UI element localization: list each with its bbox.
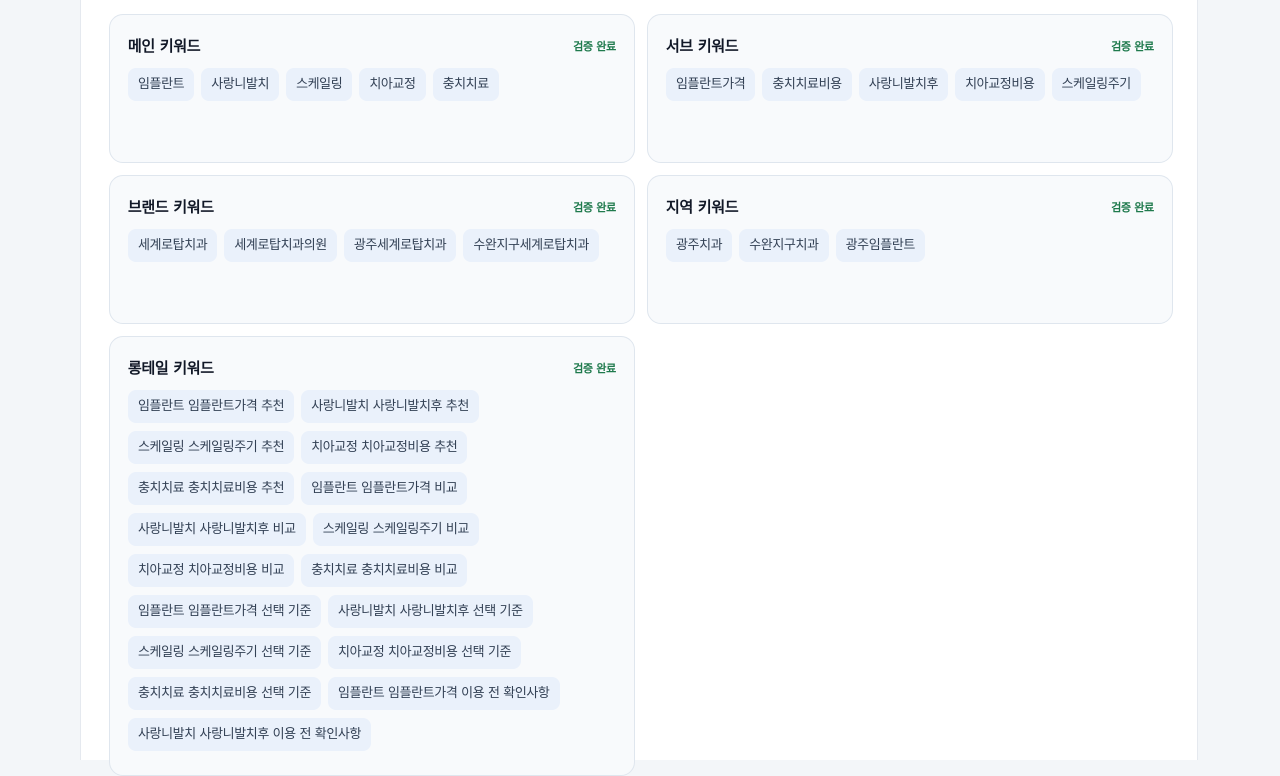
keyword-chip[interactable]: 사랑니발치 사랑니발치후 이용 전 확인사항	[128, 718, 372, 751]
keyword-chip[interactable]: 스케일링 스케일링주기 추천	[128, 431, 295, 464]
keyword-chip[interactable]: 사랑니발치후	[858, 68, 949, 101]
keyword-chip-list: 임플란트 임플란트가격 추천 사랑니발치 사랑니발치후 추천 스케일링 스케일링주기…	[128, 390, 616, 751]
keyword-chip[interactable]: 사랑니발치	[201, 68, 280, 101]
keyword-chip[interactable]: 임플란트 임플란트가격 이용 전 확인사항	[328, 677, 560, 710]
keyword-chip[interactable]: 세계로탑치과	[128, 229, 218, 262]
status-badge: 검증 완료	[1111, 39, 1154, 53]
keyword-chip[interactable]: 사랑니발치 사랑니발치후 비교	[128, 513, 306, 546]
card-title: 롱테일 키워드	[128, 359, 214, 377]
card-header: 브랜드 키워드 검증 완료	[128, 196, 616, 217]
content-panel: 메인 키워드 검증 완료 임플란트 사랑니발치 스케일링 치아교정 충치치료 서브 키워…	[80, 0, 1198, 776]
card-header: 지역 키워드 검증 완료	[666, 196, 1154, 217]
region-keyword-card: 지역 키워드 검증 완료 광주치과 수완지구치과 광주임플란트	[647, 175, 1173, 324]
status-badge: 검증 완료	[1111, 200, 1154, 214]
keyword-chip[interactable]: 스케일링	[286, 68, 353, 101]
status-badge: 검증 완료	[573, 200, 616, 214]
keyword-chip[interactable]: 치아교정	[359, 68, 426, 101]
keyword-chip[interactable]: 임플란트 임플란트가격 추천	[128, 390, 295, 423]
keyword-chip[interactable]: 스케일링 스케일링주기 비교	[312, 513, 479, 546]
card-header: 롱테일 키워드 검증 완료	[128, 357, 616, 378]
card-header: 서브 키워드 검증 완료	[666, 35, 1154, 56]
keyword-chip[interactable]: 임플란트 임플란트가격 선택 기준	[128, 595, 322, 628]
keyword-chip[interactable]: 치아교정비용	[955, 68, 1045, 101]
keyword-chip[interactable]: 스케일링주기	[1051, 68, 1141, 101]
keyword-card-grid: 메인 키워드 검증 완료 임플란트 사랑니발치 스케일링 치아교정 충치치료 서브 키워…	[109, 14, 1173, 776]
keyword-chip[interactable]: 스케일링 스케일링주기 선택 기준	[128, 636, 322, 669]
keyword-chip[interactable]: 충치치료 충치치료비용 비교	[301, 554, 468, 587]
card-title: 메인 키워드	[128, 37, 201, 55]
status-badge: 검증 완료	[573, 361, 616, 375]
keyword-chip[interactable]: 임플란트	[128, 68, 195, 101]
keyword-chip[interactable]: 수완지구치과	[739, 229, 829, 262]
brand-keyword-card: 브랜드 키워드 검증 완료 세계로탑치과 세계로탑치과의원 광주세계로탑치과 수완지구…	[109, 175, 635, 324]
keyword-chip[interactable]: 치아교정 치아교정비용 비교	[128, 554, 295, 587]
sub-keyword-card: 서브 키워드 검증 완료 임플란트가격 충치치료비용 사랑니발치후 치아교정비용 스케일…	[647, 14, 1173, 163]
main-keyword-card: 메인 키워드 검증 완료 임플란트 사랑니발치 스케일링 치아교정 충치치료	[109, 14, 635, 163]
keyword-chip[interactable]: 충치치료 충치치료비용 선택 기준	[128, 677, 322, 710]
keyword-chip[interactable]: 세계로탑치과의원	[224, 229, 337, 262]
keyword-chip-list: 광주치과 수완지구치과 광주임플란트	[666, 229, 1154, 262]
keyword-chip[interactable]: 사랑니발치 사랑니발치후 선택 기준	[328, 595, 533, 628]
keyword-chip[interactable]: 치아교정 치아교정비용 추천	[301, 431, 468, 464]
keyword-chip[interactable]: 임플란트 임플란트가격 비교	[301, 472, 468, 505]
card-header: 메인 키워드 검증 완료	[128, 35, 616, 56]
keyword-chip[interactable]: 광주치과	[666, 229, 733, 262]
longtail-keyword-card: 롱테일 키워드 검증 완료 임플란트 임플란트가격 추천 사랑니발치 사랑니발치후…	[109, 336, 635, 776]
keyword-chip-list: 임플란트 사랑니발치 스케일링 치아교정 충치치료	[128, 68, 616, 101]
card-title: 서브 키워드	[666, 37, 739, 55]
keyword-chip[interactable]: 광주세계로탑치과	[343, 229, 457, 262]
keyword-chip-list: 임플란트가격 충치치료비용 사랑니발치후 치아교정비용 스케일링주기	[666, 68, 1154, 101]
keyword-chip[interactable]: 치아교정 치아교정비용 선택 기준	[328, 636, 522, 669]
keyword-chip[interactable]: 광주임플란트	[835, 229, 925, 262]
keyword-chip[interactable]: 충치치료	[432, 68, 499, 101]
status-badge: 검증 완료	[573, 39, 616, 53]
keyword-chip-list: 세계로탑치과 세계로탑치과의원 광주세계로탑치과 수완지구세계로탑치과	[128, 229, 616, 262]
keyword-chip[interactable]: 충치치료 충치치료비용 추천	[128, 472, 295, 505]
card-title: 브랜드 키워드	[128, 198, 214, 216]
keyword-chip[interactable]: 충치치료비용	[762, 68, 852, 101]
keyword-chip[interactable]: 임플란트가격	[666, 68, 756, 101]
card-title: 지역 키워드	[666, 198, 739, 216]
keyword-chip[interactable]: 수완지구세계로탑치과	[463, 229, 599, 262]
keyword-chip[interactable]: 사랑니발치 사랑니발치후 추천	[301, 390, 479, 423]
